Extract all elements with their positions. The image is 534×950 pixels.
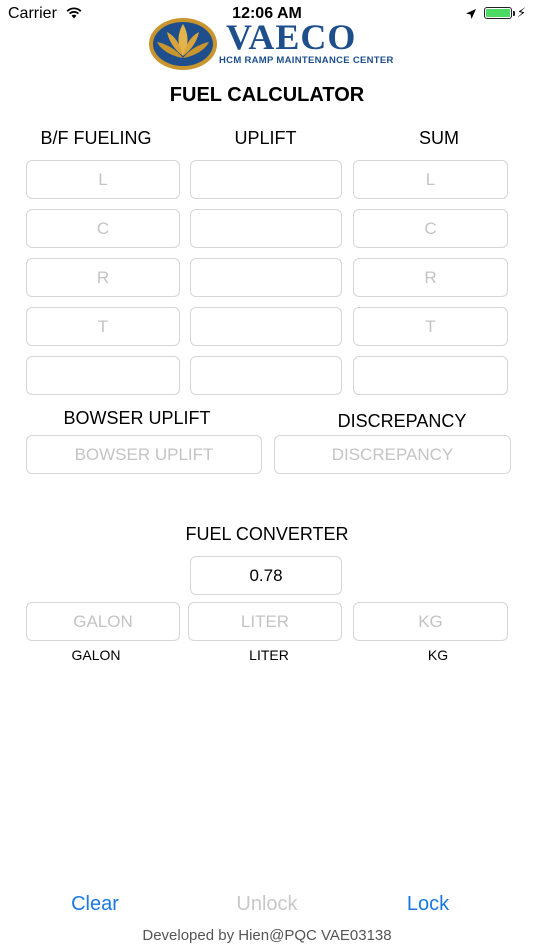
galon-label: GALON [71,647,121,663]
uplift-left-input[interactable] [190,160,342,199]
discrepancy-label: DISCREPANCY [337,411,467,431]
uplift-center-input[interactable] [190,209,342,248]
liter-label: LITER [249,647,289,663]
discrepancy-input[interactable] [274,435,511,474]
bf-fueling-center-input[interactable] [26,209,180,248]
sum-total-input[interactable] [353,307,508,346]
logo-wordmark: VAECO [226,17,357,57]
bf-fueling-left-input[interactable] [26,160,180,199]
bf-fueling-total-input[interactable] [26,307,180,346]
page-title: FUEL CALCULATOR [169,84,365,106]
bowser-uplift-input[interactable] [26,435,262,474]
unlock-button[interactable]: Unlock [217,890,317,918]
bowser-uplift-label: BOWSER UPLIFT [63,408,211,428]
galon-input[interactable] [26,602,180,641]
lotus-logo-icon [147,16,219,77]
density-input[interactable] [190,556,342,595]
battery-icon [484,7,512,19]
logo-subtitle: HCM RAMP MAINTENANCE CENTER [219,55,394,66]
developer-credit: Developed by Hien@PQC VAE03138 [142,927,392,944]
kg-input[interactable] [353,602,508,641]
uplift-total-input[interactable] [190,307,342,346]
column-header-sum: SUM [419,128,459,148]
bf-fueling-extra-input[interactable] [26,356,180,395]
lock-button[interactable]: Lock [378,890,478,918]
fuel-converter-title: FUEL CONVERTER [185,524,349,544]
sum-left-input[interactable] [353,160,508,199]
sum-right-input[interactable] [353,258,508,297]
clear-button[interactable]: Clear [45,890,145,918]
uplift-right-input[interactable] [190,258,342,297]
battery-tip [513,11,515,16]
liter-input[interactable] [188,602,342,641]
bf-fueling-right-input[interactable] [26,258,180,297]
kg-label: KG [427,647,449,663]
sum-extra-input[interactable] [353,356,508,395]
sum-center-input[interactable] [353,209,508,248]
column-header-bf-fueling: B/F FUELING [40,128,152,148]
location-arrow-icon [465,7,477,25]
charging-bolt-icon: ⚡ [517,5,527,20]
uplift-extra-input[interactable] [190,356,342,395]
column-header-uplift: UPLIFT [234,128,297,148]
